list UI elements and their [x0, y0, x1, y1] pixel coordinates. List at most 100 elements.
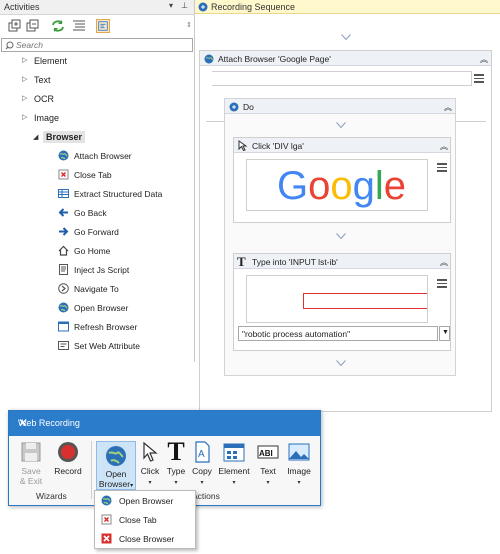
recording-sequence-tab[interactable]: Recording Sequence	[195, 0, 500, 14]
expand-arrow-icon[interactable]: ▷	[22, 94, 27, 102]
search-icon	[5, 41, 14, 50]
close-icon[interactable]: ✕	[18, 416, 312, 430]
recording-sequence-title: Recording Sequence	[211, 2, 296, 12]
open-browser-dropdown: Open Browser Close Tab Close Browser	[94, 490, 196, 549]
category-image[interactable]: ▷ Image	[22, 113, 59, 123]
svg-text:A: A	[198, 449, 205, 460]
pin-icon[interactable]: ⊥	[181, 1, 188, 10]
caret-down-icon: ▾	[130, 483, 134, 489]
expand-arrow-icon[interactable]: ▷	[22, 75, 27, 83]
text-value-field[interactable]: "robotic process automation"	[238, 326, 438, 341]
open-label: Open	[105, 469, 127, 479]
category-browser[interactable]: Browser	[43, 131, 86, 143]
text-button[interactable]: ABI Text ▾	[255, 441, 281, 491]
copy-label: Copy	[192, 466, 212, 476]
globe-icon	[106, 446, 126, 466]
activity-label: Close Tab	[74, 170, 112, 180]
group-separator	[91, 441, 92, 499]
google-letter: o	[330, 164, 353, 208]
activities-panel: Activities ▾ ⊥ ⇕ ▷ Element ▷ Text ▷ OCR ▷ Im…	[0, 0, 195, 362]
category-element[interactable]: ▷ Element	[22, 56, 67, 66]
attach-browser-title: Attach Browser 'Google Page'	[218, 54, 331, 64]
save-label: Save	[21, 466, 41, 476]
home-icon	[58, 245, 69, 256]
menu-item-label: Close Tab	[119, 515, 157, 525]
designer-canvas: Attach Browser 'Google Page' ︽ Do ︽ Clic…	[195, 14, 500, 412]
table-icon	[58, 189, 69, 198]
element-button[interactable]: Element ▾	[216, 441, 252, 491]
save-exit-label: Save & Exit	[15, 466, 47, 486]
attach-browser-header: Attach Browser 'Google Page' ︽	[200, 51, 491, 66]
menu-item-label: Close Browser	[119, 534, 175, 544]
click-button[interactable]: Click ▾	[137, 441, 163, 491]
do-title: Do	[243, 102, 254, 112]
expand-arrow-icon[interactable]: ▷	[22, 56, 27, 64]
options-menu-icon[interactable]	[437, 279, 447, 288]
type-label: Type	[166, 466, 186, 476]
collapse-icon[interactable]: ︽	[440, 141, 448, 152]
close-tab-icon	[101, 514, 112, 525]
type-button[interactable]: T Type ▾	[163, 439, 189, 491]
image-button[interactable]: Image ▾	[284, 441, 314, 491]
category-text[interactable]: ▷ Text	[22, 75, 51, 85]
category-label: Browser	[46, 132, 83, 142]
text-select-icon: ABI	[257, 445, 279, 459]
image-icon	[288, 443, 310, 461]
do-container[interactable]: Do ︽ Click 'DIV lga' ︽ Google T Type int…	[224, 98, 456, 376]
actions-group-label: Actions	[192, 491, 220, 501]
dropdown-icon[interactable]: ▾	[169, 1, 173, 10]
copy-icon: A	[195, 441, 210, 463]
google-letter: g	[352, 164, 375, 208]
type-into-activity[interactable]: T Type into 'INPUT lst-ib' ︽ "robotic pr…	[233, 253, 451, 351]
cursor-icon	[238, 140, 248, 151]
activity-label: Open Browser	[74, 303, 129, 313]
attribute-icon	[58, 341, 69, 350]
activities-search-input[interactable]	[16, 39, 186, 51]
browser-label: Browser	[98, 479, 131, 489]
record-button[interactable]: Record	[51, 441, 85, 491]
google-letter: G	[277, 164, 309, 208]
collapse-all-icon[interactable]	[26, 19, 40, 33]
caret-down-icon: ▾	[297, 480, 301, 486]
type-into-title: Type into 'INPUT lst-ib'	[252, 257, 338, 267]
expand-all-icon[interactable]	[8, 19, 22, 33]
activities-search-box[interactable]	[1, 38, 193, 52]
flow-arrow-icon	[341, 34, 351, 40]
options-menu-icon[interactable]	[437, 163, 447, 172]
google-letter: l	[374, 164, 384, 208]
save-exit-button[interactable]: Save & Exit	[15, 441, 47, 491]
activity-label: Go Home	[74, 246, 111, 256]
browser-refresh-icon	[58, 321, 69, 332]
collapse-arrow-icon[interactable]: ◢	[33, 133, 38, 141]
input-preview[interactable]	[246, 275, 428, 323]
click-activity[interactable]: Click 'DIV lga' ︽ Google	[233, 137, 451, 223]
collapse-icon[interactable]: ︽	[440, 257, 448, 268]
click-activity-header: Click 'DIV lga' ︽	[234, 138, 450, 153]
caret-down-icon: ▾	[266, 480, 270, 486]
collapse-icon[interactable]: ︽	[444, 102, 452, 113]
expand-arrow-icon[interactable]: ▷	[22, 113, 27, 121]
refresh-icon[interactable]	[51, 19, 65, 33]
sequence-icon	[198, 2, 208, 12]
filter-list-icon[interactable]	[72, 19, 86, 33]
copy-button[interactable]: A Copy ▾	[189, 441, 215, 491]
sequence-icon	[229, 102, 239, 112]
category-label: Text	[34, 75, 51, 85]
category-ocr[interactable]: ▷ OCR	[22, 94, 54, 104]
activities-toolbar: ⇕	[0, 15, 194, 39]
google-logo-preview[interactable]: Google	[246, 159, 428, 211]
type-into-header: T Type into 'INPUT lst-ib' ︽	[234, 254, 450, 269]
caret-down-icon: ▾	[174, 480, 178, 486]
open-browser-button[interactable]: Open Browser▾	[96, 441, 136, 490]
scroll-icon[interactable]: ⇕	[186, 21, 192, 29]
favorites-view-icon[interactable]	[96, 19, 110, 33]
menu-item-close-tab[interactable]: Close Tab	[95, 510, 195, 529]
menu-item-open-browser[interactable]: Open Browser	[95, 491, 195, 510]
menu-item-close-browser[interactable]: Close Browser	[95, 529, 195, 548]
activity-label: Navigate To	[74, 284, 119, 294]
activity-label: Extract Structured Data	[74, 189, 163, 199]
text-value-dropdown[interactable]: ▼	[439, 326, 450, 341]
options-menu-icon[interactable]	[474, 74, 484, 83]
collapse-icon[interactable]: ︽	[480, 54, 488, 65]
activity-label: Set Web Attribute	[74, 341, 140, 351]
